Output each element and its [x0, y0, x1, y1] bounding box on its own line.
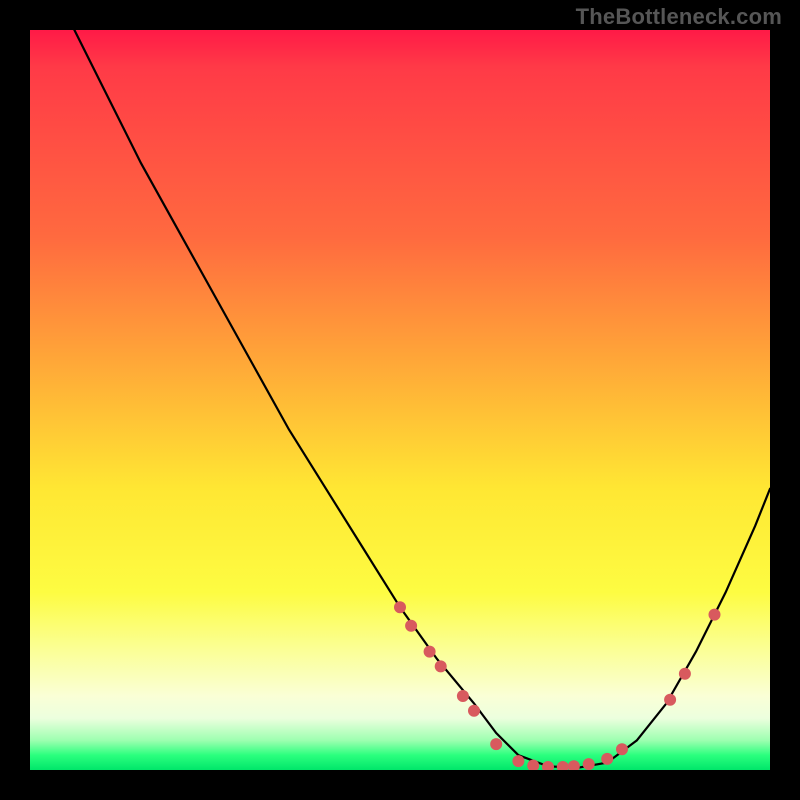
- data-dot: [457, 690, 469, 702]
- data-dot: [405, 620, 417, 632]
- watermark-text: TheBottleneck.com: [576, 4, 782, 30]
- data-dot: [616, 743, 628, 755]
- data-dot: [512, 755, 524, 767]
- data-dot: [664, 694, 676, 706]
- data-dot: [568, 760, 580, 770]
- data-dot: [542, 761, 554, 770]
- data-dot: [435, 660, 447, 672]
- data-dot: [468, 705, 480, 717]
- data-dot: [394, 601, 406, 613]
- bottleneck-curve: [74, 30, 770, 768]
- data-dot: [424, 646, 436, 658]
- data-dot: [527, 760, 539, 770]
- data-dot: [601, 753, 613, 765]
- data-dot: [557, 761, 569, 770]
- curve-data-dots: [394, 601, 721, 770]
- data-dot: [709, 609, 721, 621]
- data-dot: [583, 758, 595, 770]
- data-dot: [490, 738, 502, 750]
- data-dot: [679, 668, 691, 680]
- chart-plot-area: [30, 30, 770, 770]
- chart-svg: [30, 30, 770, 770]
